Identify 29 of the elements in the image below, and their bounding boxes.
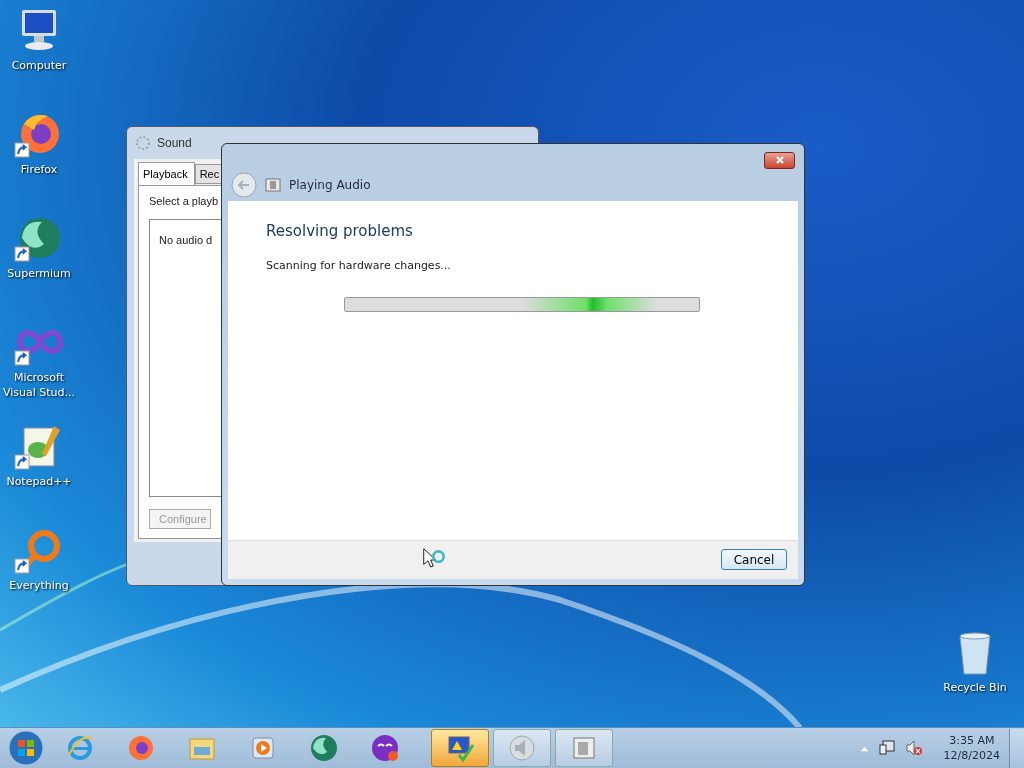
icon-label: Recycle Bin [943,680,1007,695]
taskbar-window-button[interactable] [431,729,489,767]
back-button[interactable] [231,172,257,199]
prompt-text: Select a playb [149,195,220,207]
start-button[interactable] [8,730,44,766]
globe-icon[interactable] [309,733,339,763]
close-button[interactable] [764,151,795,169]
icon-label: Supermium [7,266,71,281]
window-title: Playing Audio [289,178,371,193]
icon-label: Microsoft Visual Stud... [1,370,77,400]
firefox-icon[interactable] [126,733,156,763]
icon-label: Firefox [20,162,58,177]
window-title: Sound [157,136,192,150]
troubleshooter-icon [265,177,281,194]
muted-speaker-icon[interactable] [904,739,923,757]
heading: Resolving problems [266,222,414,241]
tab[interactable]: Playback [138,162,195,185]
icon-label: Notepad++ [6,474,72,489]
mask-icon[interactable] [370,733,400,763]
empty-list-text: No audio d [159,234,213,246]
cancel-button[interactable]: Cancel [721,549,787,571]
close-icon [774,155,785,166]
monitor-warning-icon [445,733,475,763]
show-desktop-button[interactable] [1009,728,1024,768]
clock[interactable]: 3:35 AM 12/8/2024 [943,733,1000,763]
network-icon[interactable] [877,739,896,757]
icon-label: Computer [11,58,67,73]
status-text: Scanning for hardware changes... [266,259,452,273]
icon-label: Everything [9,578,69,593]
